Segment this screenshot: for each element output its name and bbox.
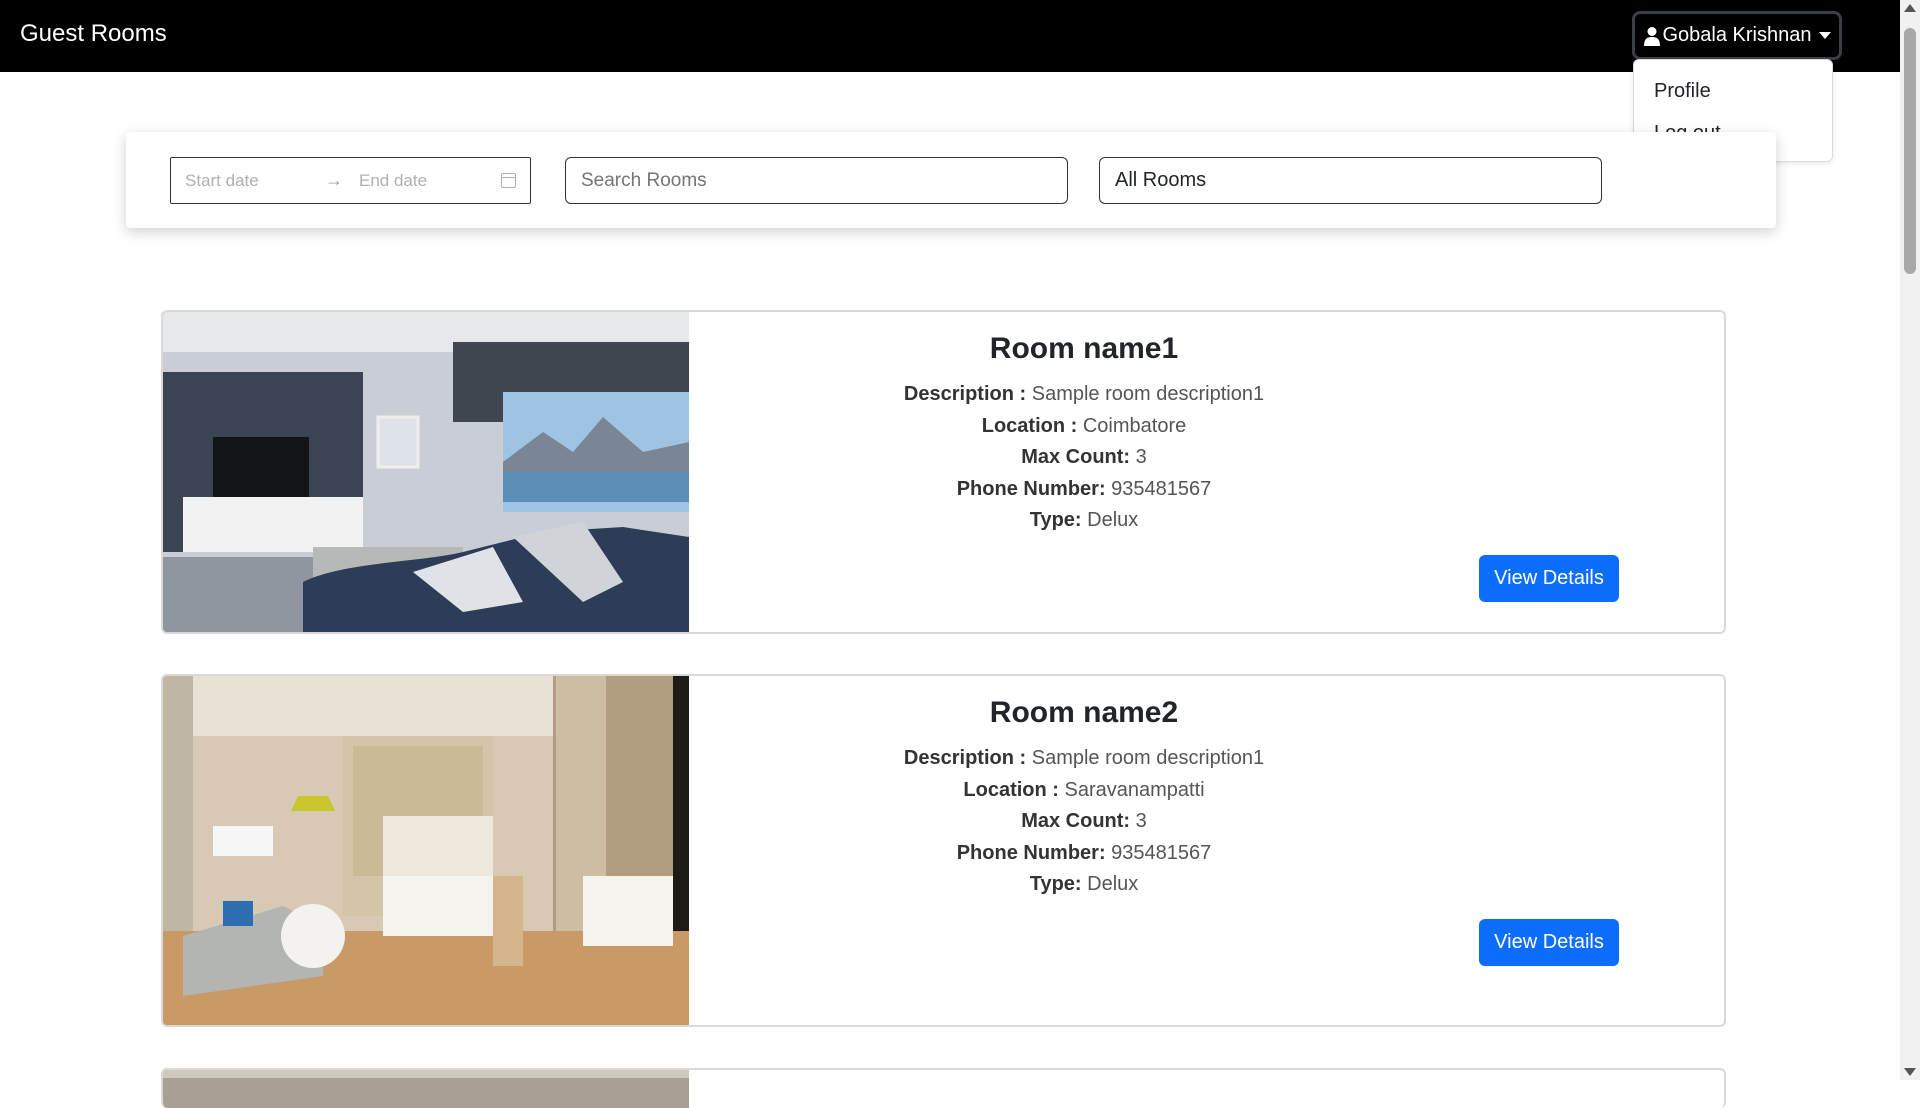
room-name: Room name1 xyxy=(989,332,1179,365)
scroll-down-arrow-icon[interactable] xyxy=(1904,1068,1916,1076)
user-icon xyxy=(1643,26,1660,46)
end-date-placeholder[interactable]: End date xyxy=(359,171,499,191)
start-date-placeholder[interactable]: Start date xyxy=(185,171,325,191)
room-details: Room name1 Description : Sample room des… xyxy=(689,312,1724,632)
user-name: Gobala Krishnan xyxy=(1662,24,1812,46)
view-details-button[interactable]: View Details xyxy=(1479,555,1619,602)
search-rooms-input[interactable] xyxy=(565,157,1068,204)
view-details-button[interactable]: View Details xyxy=(1479,919,1619,966)
room-name: Room name2 xyxy=(989,696,1179,729)
scrollbar-thumb[interactable] xyxy=(1904,28,1916,274)
room-phone: Phone Number: 935481567 xyxy=(956,841,1212,864)
room-description: Description : Sample room description1 xyxy=(903,383,1265,405)
room-type-selected: All Rooms xyxy=(1115,169,1207,191)
room-card: Room name1 Description : Sample room des… xyxy=(161,310,1726,634)
room-phone: Phone Number: 935481567 xyxy=(956,477,1212,500)
filter-bar: Start date → End date All Rooms xyxy=(126,132,1776,228)
menu-item-profile[interactable]: Profile xyxy=(1634,80,1832,122)
room-max-count: Max Count: 3 xyxy=(1021,446,1147,468)
user-menu-button[interactable]: Gobala Krishnan xyxy=(1632,11,1842,60)
room-type: Type: Delux xyxy=(1029,509,1139,531)
room-max-count: Max Count: 3 xyxy=(1021,810,1147,832)
room-location: Location : Saravanampatti xyxy=(963,778,1205,801)
room-description: Description : Sample room description1 xyxy=(903,747,1265,769)
room-type: Type: Delux xyxy=(1029,873,1139,895)
room-photo-bedroom xyxy=(163,676,689,1025)
room-card xyxy=(161,1068,1726,1108)
room-card: Room name2 Description : Sample room des… xyxy=(161,674,1726,1027)
room-type-select[interactable]: All Rooms xyxy=(1099,157,1602,204)
caret-down-icon xyxy=(1819,32,1832,39)
room-photo xyxy=(163,1070,689,1108)
date-range-picker[interactable]: Start date → End date xyxy=(170,157,531,204)
top-navbar: Guest Rooms Gobala Krishnan xyxy=(0,0,1900,72)
page-scrollbar[interactable] xyxy=(1900,0,1920,1080)
arrow-right-icon: → xyxy=(325,170,343,190)
brand-title[interactable]: Guest Rooms xyxy=(20,20,167,48)
room-details: Room name2 Description : Sample room des… xyxy=(689,676,1724,1025)
calendar-icon xyxy=(501,173,516,188)
scroll-up-arrow-icon[interactable] xyxy=(1904,4,1916,12)
room-location: Location : Coimbatore xyxy=(981,414,1187,437)
room-photo-living-room xyxy=(163,312,689,632)
